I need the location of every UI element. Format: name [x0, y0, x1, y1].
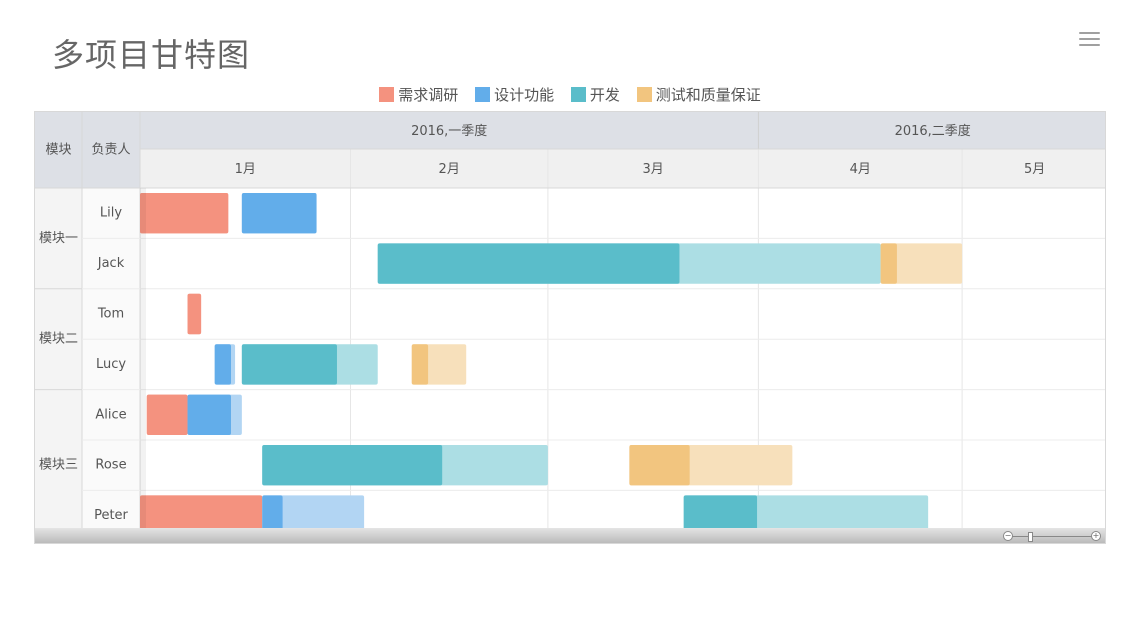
legend-label: 测试和质量保证: [655, 86, 761, 104]
owner-label: Peter: [94, 508, 128, 523]
legend-swatch: [570, 87, 586, 102]
owner-label: Alice: [95, 407, 126, 422]
module-label: 模块三: [39, 458, 78, 473]
quarter-label: 2016,一季度: [411, 123, 487, 139]
legend-swatch: [379, 87, 395, 102]
task-progress-Jack-测试和质量保证: [880, 243, 897, 284]
zoom-handle[interactable]: [1028, 532, 1033, 542]
legend-item-开发[interactable]: 开发: [570, 84, 620, 105]
hamburger-menu-icon[interactable]: [1079, 31, 1101, 48]
legend-swatch: [636, 87, 652, 102]
month-label: 5月: [1024, 162, 1045, 177]
legend-item-需求调研[interactable]: 需求调研: [379, 84, 458, 105]
task-progress-Alice-设计功能: [187, 394, 231, 435]
task-progress-Jack-开发: [377, 243, 680, 284]
chart-legend: 需求调研 设计功能 开发 测试和质量保证: [0, 84, 1140, 106]
owner-label: Lucy: [96, 357, 126, 372]
owner-label: Lily: [100, 206, 122, 221]
zoom-slider[interactable]: − +: [1003, 531, 1101, 542]
gantt-canvas: 模块 负责人 2016,一季度 2016,二季度 1月 2月 3月 4月 5月 Lily Jack 模…: [35, 112, 1105, 528]
owner-label: Jack: [97, 256, 125, 271]
task-progress-Rose-测试和质量保证: [629, 445, 690, 486]
month-label: 2月: [439, 162, 460, 177]
module-label: 模块一: [39, 231, 78, 246]
quarter-label: 2016,二季度: [895, 123, 971, 139]
month-header: [140, 149, 1105, 188]
zoom-out-icon[interactable]: −: [1003, 531, 1013, 541]
task-progress-Peter-开发: [683, 495, 758, 528]
task-progress-Lily-设计功能: [241, 193, 317, 234]
column-header-owner: 负责人: [91, 143, 130, 158]
zoom-track: [1011, 536, 1093, 537]
month-label: 1月: [235, 162, 256, 177]
task-progress-Rose-开发: [262, 445, 443, 486]
month-label: 4月: [850, 162, 871, 177]
task-progress-Lucy-开发: [241, 344, 337, 385]
legend-label: 设计功能: [494, 86, 555, 104]
chart-title: 多项目甘特图: [52, 36, 251, 74]
task-progress-Lucy-设计功能: [214, 344, 231, 385]
gantt-chart: 模块 负责人 2016,一季度 2016,二季度 1月 2月 3月 4月 5月 Lily Jack 模…: [34, 111, 1106, 544]
owner-label: Rose: [95, 458, 126, 473]
horizontal-scrollbar[interactable]: − +: [35, 528, 1105, 543]
task-progress-Alice-需求调研: [146, 394, 188, 435]
legend-label: 开发: [589, 86, 620, 104]
task-progress-Peter-设计功能: [262, 495, 283, 528]
task-progress-Lily-需求调研: [140, 193, 229, 234]
owner-label: Tom: [97, 307, 124, 322]
legend-item-测试和质量保证[interactable]: 测试和质量保证: [636, 84, 761, 105]
zoom-in-icon[interactable]: +: [1091, 531, 1101, 541]
task-progress-Tom-需求调研: [187, 293, 202, 335]
legend-swatch: [475, 87, 491, 102]
legend-label: 需求调研: [398, 86, 459, 104]
module-label: 模块二: [39, 332, 78, 347]
column-header-module: 模块: [45, 143, 71, 158]
frozen-column-shadow: [140, 188, 146, 528]
task-progress-Peter-需求调研: [140, 495, 263, 528]
legend-item-设计功能[interactable]: 设计功能: [475, 84, 554, 105]
task-progress-Lucy-测试和质量保证: [411, 344, 429, 385]
month-label: 3月: [643, 162, 664, 177]
